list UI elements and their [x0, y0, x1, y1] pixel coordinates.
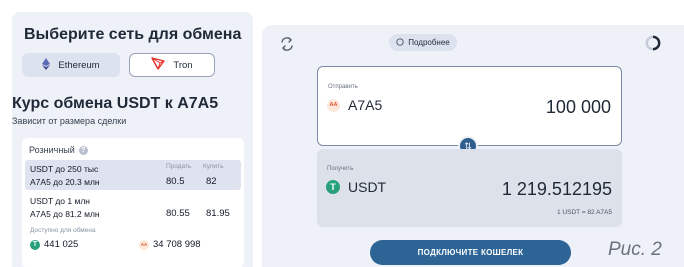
available-usdt-amount: 441 025	[44, 239, 79, 250]
a7a5-icon: AA	[327, 98, 340, 112]
refresh-icon[interactable]	[279, 36, 295, 52]
rate-tier-row: USDT до 1 млн A7A5 до 81.2 млн 80.55 81.…	[25, 192, 241, 222]
network-option-label: Ethereum	[58, 59, 100, 71]
ethereum-icon	[42, 57, 51, 73]
network-and-rate-panel: Выберите сеть для обмена Ethereum Tron К…	[12, 12, 253, 267]
network-option-label: Tron	[173, 59, 193, 71]
receive-coin-selector[interactable]: T USDT	[326, 179, 386, 195]
rate-title: Курс обмена USDT к A7A5	[12, 95, 219, 112]
card-title-row: Розничный ?	[29, 145, 88, 155]
sell-header: Продать	[166, 163, 192, 170]
receive-amount-field: Получить T USDT 1 219.512195 1 USDT = 82…	[317, 149, 622, 227]
tron-icon	[151, 57, 166, 73]
retail-rate-card: Розничный ? USDT до 250 тыс A7A5 до 20.3…	[22, 138, 244, 267]
loading-spinner-icon	[645, 35, 661, 51]
tier-buy-rate: 81.95	[206, 208, 230, 219]
tier-buy-rate: 82	[206, 176, 217, 187]
tier-usdt-limit: USDT до 250 тыс	[30, 164, 99, 174]
receive-label: Получить	[327, 166, 354, 172]
details-icon	[396, 37, 404, 48]
rate-subtitle: Зависит от размера сделки	[12, 116, 127, 126]
network-title: Выберите сеть для обмена	[24, 26, 242, 43]
usdt-icon: T	[30, 239, 40, 250]
tier-a7a5-limit: A7A5 до 81.2 млн	[30, 209, 100, 219]
available-label: Доступно для обмена	[30, 227, 96, 234]
details-button[interactable]: Подробнее	[389, 34, 457, 51]
send-amount-field[interactable]: Отправить AA A7A5 100 000	[317, 66, 622, 146]
tier-a7a5-limit: A7A5 до 20.3 млн	[30, 177, 100, 187]
receive-coin-name: USDT	[348, 179, 387, 195]
card-title: Розничный	[29, 145, 75, 155]
send-label: Отправить	[328, 84, 358, 90]
network-option-tron[interactable]: Tron	[129, 53, 215, 77]
connect-wallet-button[interactable]: ПОДКЛЮЧИТЕ КОШЕЛЕК	[370, 240, 571, 265]
info-icon[interactable]: ?	[78, 145, 88, 155]
details-label: Подробнее	[408, 38, 450, 47]
exchange-screen: Выберите сеть для обмена Ethereum Tron К…	[0, 0, 684, 267]
available-a7a5: AA 34 708 998	[139, 239, 201, 250]
tier-sell-rate: 80.55	[166, 208, 190, 219]
available-usdt: T 441 025	[30, 239, 78, 250]
tier-usdt-limit: USDT до 1 млн	[30, 196, 90, 206]
a7a5-icon: AA	[139, 239, 149, 250]
buy-header: Купить	[203, 163, 224, 170]
figure-caption: Рис. 2	[608, 239, 662, 260]
tier-sell-rate: 80.5	[166, 176, 185, 187]
send-coin-name: A7A5	[348, 97, 383, 113]
network-option-ethereum[interactable]: Ethereum	[22, 53, 120, 77]
send-coin-selector[interactable]: AA A7A5	[327, 97, 382, 113]
exchange-panel: Подробнее Отправить AA A7A5 100 000 ⇅ По…	[262, 25, 684, 267]
rate-tier-row: USDT до 250 тыс A7A5 до 20.3 млн Продать…	[25, 160, 241, 190]
available-a7a5-amount: 34 708 998	[153, 239, 201, 250]
usdt-icon: T	[326, 180, 340, 194]
receive-amount: 1 219.512195	[501, 179, 612, 199]
exchange-rate-note: 1 USDT = 82 A7A5	[557, 209, 612, 216]
send-amount[interactable]: 100 000	[546, 97, 611, 118]
